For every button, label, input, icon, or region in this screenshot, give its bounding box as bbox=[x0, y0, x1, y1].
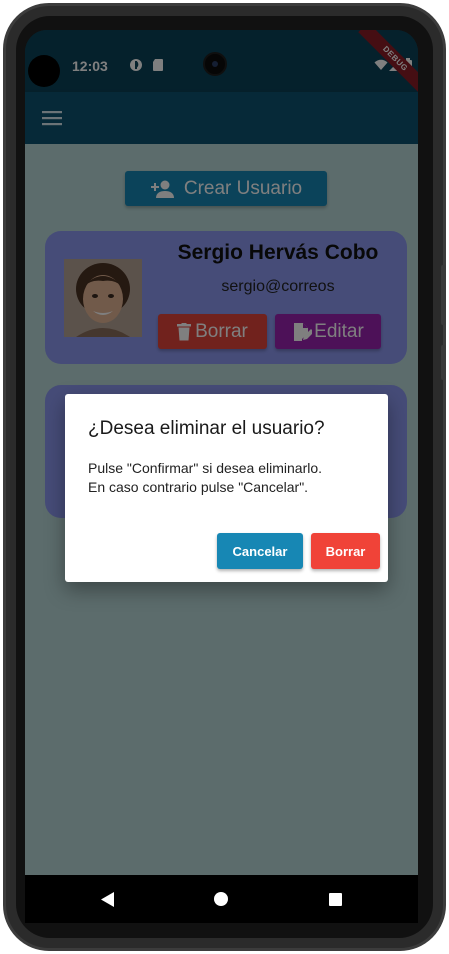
app-screen: 12:03 DEBUG bbox=[25, 30, 418, 912]
dialog-message-line: Pulse "Confirmar" si desea eliminarlo. bbox=[88, 460, 323, 476]
volume-button bbox=[441, 265, 446, 325]
delete-confirmation-dialog: ¿Desea eliminar el usuario? Pulse "Confi… bbox=[65, 394, 388, 582]
recent-apps-icon[interactable] bbox=[329, 893, 342, 906]
back-icon[interactable] bbox=[101, 892, 115, 907]
dialog-title: ¿Desea eliminar el usuario? bbox=[88, 418, 325, 439]
dialog-message-line: En caso contrario pulse "Cancelar". bbox=[88, 479, 309, 495]
confirm-delete-button[interactable]: Borrar bbox=[311, 533, 380, 569]
cancel-button[interactable]: Cancelar bbox=[217, 533, 303, 569]
navigation-bar bbox=[25, 875, 418, 923]
power-button bbox=[441, 345, 446, 380]
dialog-message: Pulse "Confirmar" si desea eliminarlo. E… bbox=[88, 459, 378, 497]
home-icon[interactable] bbox=[214, 892, 228, 906]
